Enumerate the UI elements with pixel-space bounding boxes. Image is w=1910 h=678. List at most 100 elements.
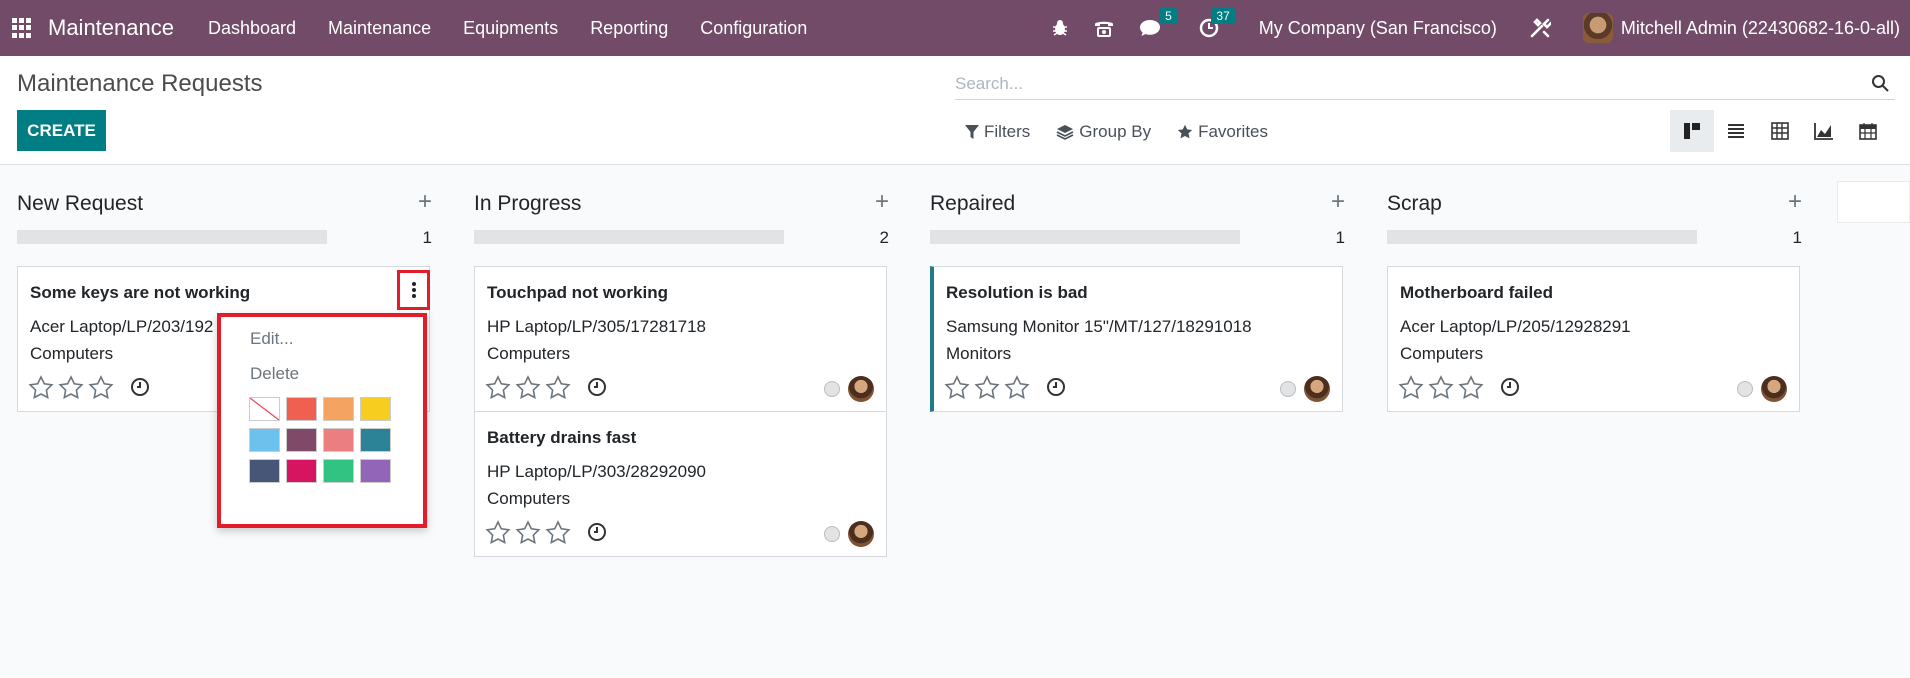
phone-icon[interactable] bbox=[1093, 18, 1115, 38]
color-swatch[interactable] bbox=[286, 459, 317, 483]
activity-clock-icon[interactable] bbox=[1500, 377, 1520, 402]
kanban-state-dot[interactable] bbox=[824, 381, 840, 397]
column-progress-bar[interactable] bbox=[1387, 230, 1697, 244]
column-title[interactable]: New Request bbox=[17, 192, 143, 216]
add-column-placeholder[interactable] bbox=[1837, 181, 1910, 223]
bug-icon[interactable] bbox=[1051, 19, 1069, 37]
app-name[interactable]: Maintenance bbox=[48, 15, 174, 41]
user-avatar bbox=[1582, 13, 1613, 43]
star-outline-icon[interactable] bbox=[545, 520, 571, 544]
star-outline-icon[interactable] bbox=[1004, 375, 1030, 399]
calendar-view-icon[interactable] bbox=[1846, 110, 1890, 152]
kanban-state-dot[interactable] bbox=[1280, 381, 1296, 397]
column-progress-bar[interactable] bbox=[474, 230, 784, 244]
star-outline-icon[interactable] bbox=[974, 375, 1000, 399]
kanban-card[interactable]: Resolution is bad Samsung Monitor 15"/MT… bbox=[930, 266, 1343, 412]
card-title: Battery drains fast bbox=[487, 428, 637, 447]
filters-button[interactable]: Filters bbox=[965, 122, 1030, 142]
add-card-icon[interactable]: + bbox=[875, 188, 889, 216]
activity-clock-icon[interactable] bbox=[1046, 377, 1066, 402]
star-outline-icon[interactable] bbox=[58, 375, 84, 399]
delete-menu-item[interactable]: Delete bbox=[250, 364, 299, 384]
color-swatch[interactable] bbox=[323, 397, 354, 421]
kanban-card[interactable]: Motherboard failed Acer Laptop/LP/205/12… bbox=[1387, 266, 1800, 412]
star-outline-icon[interactable] bbox=[28, 375, 54, 399]
activity-clock-icon[interactable] bbox=[587, 522, 607, 547]
kanban-column-new-request: New Request + 1 Some keys are not workin… bbox=[17, 166, 432, 412]
edit-menu-item[interactable]: Edit... bbox=[250, 329, 293, 349]
column-title[interactable]: Repaired bbox=[930, 192, 1015, 216]
color-swatch[interactable] bbox=[323, 459, 354, 483]
star-outline-icon[interactable] bbox=[1398, 375, 1424, 399]
user-menu[interactable]: Mitchell Admin (22430682-16-0-all) bbox=[1582, 13, 1900, 43]
apps-menu-icon[interactable] bbox=[12, 18, 32, 38]
assignee-avatar[interactable] bbox=[1761, 376, 1787, 402]
column-title[interactable]: Scrap bbox=[1387, 192, 1442, 216]
card-equipment: Acer Laptop/LP/205/12928291 bbox=[1400, 317, 1631, 336]
star-outline-icon[interactable] bbox=[1428, 375, 1454, 399]
assignee-avatar[interactable] bbox=[848, 521, 874, 547]
activity-clock-icon[interactable]: 37 bbox=[1199, 8, 1235, 38]
column-progress-bar[interactable] bbox=[930, 230, 1240, 244]
star-outline-icon[interactable] bbox=[545, 375, 571, 399]
color-swatch[interactable] bbox=[249, 459, 280, 483]
priority-stars[interactable] bbox=[28, 375, 118, 399]
search-input[interactable] bbox=[955, 73, 1835, 94]
menu-equipments[interactable]: Equipments bbox=[447, 18, 574, 39]
add-card-icon[interactable]: + bbox=[1788, 188, 1802, 216]
color-swatch[interactable] bbox=[360, 459, 391, 483]
priority-stars[interactable] bbox=[944, 375, 1034, 399]
star-outline-icon[interactable] bbox=[485, 520, 511, 544]
color-swatch[interactable] bbox=[286, 428, 317, 452]
menu-configuration[interactable]: Configuration bbox=[684, 18, 823, 39]
star-outline-icon[interactable] bbox=[515, 375, 541, 399]
color-swatch[interactable] bbox=[360, 428, 391, 452]
pivot-view-icon[interactable] bbox=[1758, 110, 1802, 152]
star-outline-icon[interactable] bbox=[515, 520, 541, 544]
kanban-state-dot[interactable] bbox=[1737, 381, 1753, 397]
priority-stars[interactable] bbox=[485, 520, 575, 544]
create-button[interactable]: CREATE bbox=[17, 110, 106, 151]
kanban-view-icon[interactable] bbox=[1670, 110, 1714, 152]
star-outline-icon[interactable] bbox=[485, 375, 511, 399]
search-icon[interactable] bbox=[1871, 74, 1889, 97]
color-swatch[interactable] bbox=[249, 428, 280, 452]
activities-badge: 37 bbox=[1211, 8, 1235, 24]
column-progress-bar[interactable] bbox=[17, 230, 327, 244]
column-title[interactable]: In Progress bbox=[474, 192, 581, 216]
color-swatch[interactable] bbox=[286, 397, 317, 421]
star-outline-icon[interactable] bbox=[944, 375, 970, 399]
menu-maintenance[interactable]: Maintenance bbox=[312, 18, 447, 39]
assignee-avatar[interactable] bbox=[1304, 376, 1330, 402]
star-outline-icon[interactable] bbox=[1458, 375, 1484, 399]
priority-stars[interactable] bbox=[1398, 375, 1488, 399]
color-swatch[interactable] bbox=[323, 428, 354, 452]
company-switcher[interactable]: My Company (San Francisco) bbox=[1259, 18, 1497, 39]
graph-view-icon[interactable] bbox=[1802, 110, 1846, 152]
kanban-card[interactable]: Battery drains fast HP Laptop/LP/303/282… bbox=[474, 411, 887, 557]
star-outline-icon[interactable] bbox=[88, 375, 114, 399]
card-title: Resolution is bad bbox=[946, 283, 1088, 302]
favorites-button[interactable]: Favorites bbox=[1177, 122, 1268, 142]
menu-reporting[interactable]: Reporting bbox=[574, 18, 684, 39]
menu-dashboard[interactable]: Dashboard bbox=[192, 18, 312, 39]
activity-clock-icon[interactable] bbox=[587, 377, 607, 402]
card-dropdown-toggle[interactable] bbox=[397, 270, 430, 310]
group-by-button[interactable]: Group By bbox=[1056, 122, 1151, 142]
tools-icon[interactable] bbox=[1529, 17, 1551, 39]
priority-stars[interactable] bbox=[485, 375, 575, 399]
list-view-icon[interactable] bbox=[1714, 110, 1758, 152]
kanban-column-in-progress: In Progress + 2 Touchpad not working HP … bbox=[474, 166, 889, 557]
card-title: Motherboard failed bbox=[1400, 283, 1554, 302]
messages-icon[interactable]: 5 bbox=[1139, 8, 1177, 38]
add-card-icon[interactable]: + bbox=[1331, 188, 1345, 216]
card-category: Monitors bbox=[946, 344, 1012, 363]
color-swatch[interactable] bbox=[360, 397, 391, 421]
column-count: 1 bbox=[1792, 228, 1802, 247]
kanban-card[interactable]: Touchpad not working HP Laptop/LP/305/17… bbox=[474, 266, 887, 412]
no-color-swatch[interactable] bbox=[249, 397, 280, 421]
add-card-icon[interactable]: + bbox=[418, 188, 432, 216]
activity-clock-icon[interactable] bbox=[130, 377, 150, 402]
kanban-state-dot[interactable] bbox=[824, 526, 840, 542]
assignee-avatar[interactable] bbox=[848, 376, 874, 402]
